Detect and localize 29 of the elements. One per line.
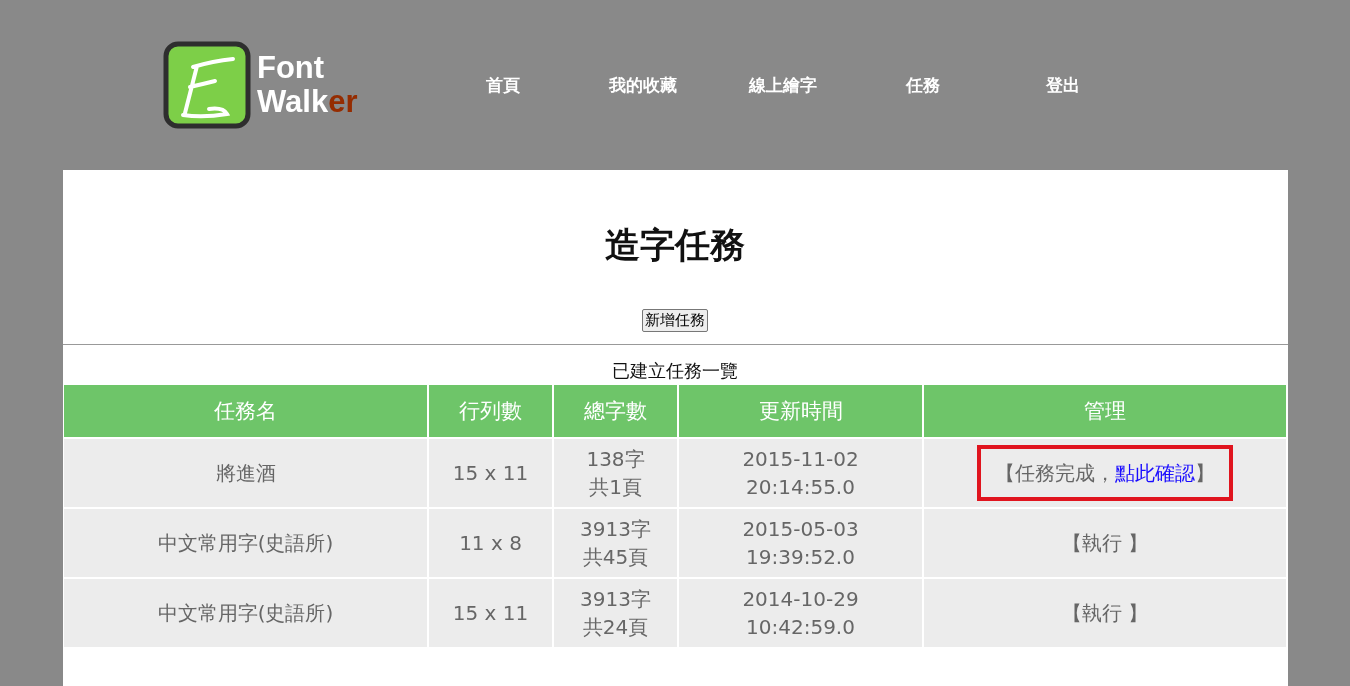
column-header: 總字數 (554, 385, 677, 437)
column-header: 任務名 (64, 385, 427, 437)
nav-link[interactable]: 登出 (993, 73, 1133, 97)
column-header: 行列數 (429, 385, 552, 437)
table-cell: 15 x 11 (429, 439, 552, 507)
nav-link[interactable]: 任務 (853, 73, 993, 97)
nav-link[interactable]: 我的收藏 (573, 73, 713, 97)
add-task-button[interactable]: 新增任務 (642, 309, 708, 332)
list-caption: 已建立任務一覽 (612, 359, 738, 383)
table-cell: 2014-10-29 10:42:59.0 (679, 579, 922, 647)
logo-icon (163, 41, 251, 129)
column-header: 更新時間 (679, 385, 922, 437)
nav-link[interactable]: 首頁 (433, 73, 573, 97)
table-cell: 將進酒 (64, 439, 427, 507)
confirm-link[interactable]: 點此確認 (1115, 461, 1195, 485)
table-cell: 2015-11-02 20:14:55.0 (679, 439, 922, 507)
table-cell: 2015-05-03 19:39:52.0 (679, 509, 922, 577)
table-cell: 15 x 11 (429, 579, 552, 647)
page-title: 造字任務 (605, 224, 745, 267)
table-cell: 中文常用字(史語所) (64, 509, 427, 577)
logo-text: Font Walker (257, 51, 358, 119)
highlight-frame: 【任務完成，點此確認】 (977, 445, 1233, 501)
table-cell: 中文常用字(史語所) (64, 579, 427, 647)
column-header: 管理 (924, 385, 1286, 437)
table-cell: 3913字 共45頁 (554, 509, 677, 577)
table-cell: 138字 共1頁 (554, 439, 677, 507)
table-cell: 11 x 8 (429, 509, 552, 577)
nav-link[interactable]: 線上繪字 (713, 73, 853, 97)
table-cell: 3913字 共24頁 (554, 579, 677, 647)
